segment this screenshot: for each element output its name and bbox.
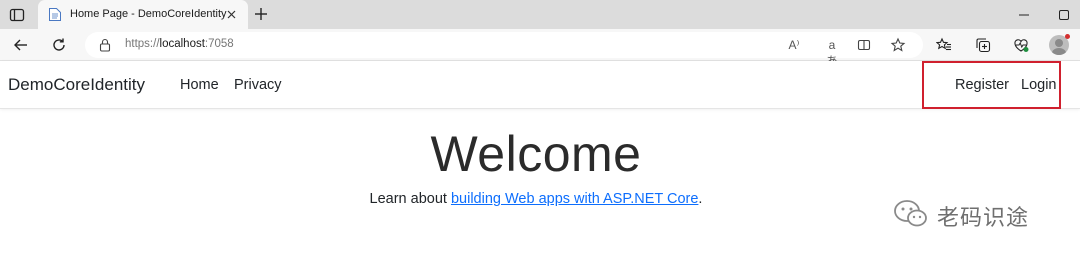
- maximize-icon[interactable]: [1058, 8, 1070, 20]
- lock-icon[interactable]: [99, 38, 111, 52]
- nav-home-link[interactable]: Home: [180, 77, 219, 93]
- url-text[interactable]: https://localhost:7058: [125, 38, 234, 50]
- back-arrow-icon[interactable]: [13, 37, 29, 53]
- wechat-icon: [893, 199, 929, 229]
- new-tab-icon[interactable]: [253, 6, 269, 22]
- address-bar[interactable]: https://localhost:7058 A⁾ aあ: [85, 32, 923, 68]
- site-brand[interactable]: DemoCoreIdentity: [8, 75, 145, 95]
- minimize-icon[interactable]: [1018, 8, 1030, 20]
- collections-icon[interactable]: [975, 37, 991, 53]
- tab-strip: Home Page - DemoCoreIdentity: [0, 0, 1080, 29]
- watermark-text: 老码识途: [937, 206, 1030, 231]
- url-port: :7058: [204, 38, 234, 50]
- browser-toolbar: https://localhost:7058 A⁾ aあ: [0, 29, 1080, 68]
- favorite-star-icon[interactable]: [890, 37, 906, 53]
- page-content: DemoCoreIdentity Home Privacy Register L…: [0, 61, 1080, 260]
- page-title: Welcome: [430, 126, 642, 182]
- browser-window: Home Page - DemoCoreIdentity https://loc…: [0, 0, 1080, 260]
- tab-actions-icon[interactable]: [8, 6, 26, 24]
- tab-title: Home Page - DemoCoreIdentity: [70, 8, 227, 20]
- close-tab-icon[interactable]: [225, 8, 238, 21]
- url-scheme: https://: [125, 38, 160, 50]
- browser-essentials-icon[interactable]: [1013, 37, 1029, 53]
- notification-dot: [1065, 34, 1070, 39]
- learn-suffix-text: .: [698, 191, 703, 207]
- learn-prefix-text: Learn about: [369, 191, 451, 207]
- refresh-icon[interactable]: [51, 37, 67, 53]
- aspnet-docs-link[interactable]: building Web apps with ASP.NET Core: [451, 191, 698, 207]
- favorites-icon[interactable]: [935, 37, 952, 53]
- watermark: 老码识途: [893, 198, 1063, 232]
- page-favicon-icon: [48, 7, 62, 22]
- read-aloud-icon[interactable]: A⁾: [786, 37, 802, 53]
- nav-privacy-link[interactable]: Privacy: [234, 77, 282, 93]
- site-navbar: DemoCoreIdentity Home Privacy Register L…: [0, 61, 1080, 109]
- split-screen-icon[interactable]: [856, 37, 872, 53]
- url-host: localhost: [159, 38, 205, 50]
- highlight-annotation-box: [922, 61, 1061, 109]
- translate-icon[interactable]: aあ: [824, 37, 840, 68]
- browser-tab[interactable]: Home Page - DemoCoreIdentity: [38, 0, 248, 29]
